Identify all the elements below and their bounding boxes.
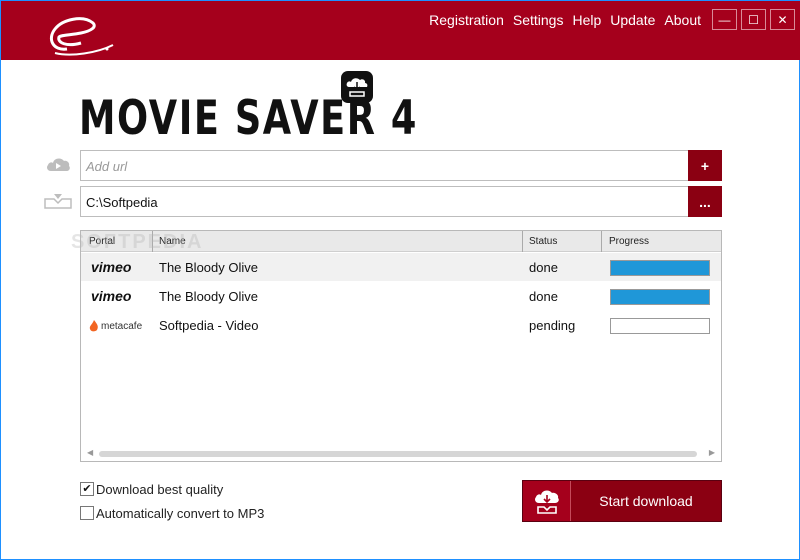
url-input[interactable]: Add url — [80, 150, 690, 181]
cloud-download-icon — [523, 481, 571, 521]
downloads-table: Portal Name Status Progress vimeo The Bl… — [80, 230, 722, 462]
convert-mp3-checkbox[interactable] — [80, 506, 94, 520]
portal-vimeo-logo: vimeo — [91, 259, 132, 275]
progress-bar — [610, 318, 710, 334]
add-url-button[interactable]: + — [688, 150, 722, 181]
column-divider[interactable] — [522, 231, 523, 252]
menu-settings[interactable]: Settings — [513, 12, 564, 28]
save-path-input[interactable]: C:\Softpedia — [80, 186, 690, 217]
row-name: Softpedia - Video — [159, 318, 259, 333]
browse-button[interactable]: ... — [688, 186, 722, 217]
horizontal-scrollbar[interactable]: ◀ ▶ — [81, 447, 721, 461]
best-quality-label[interactable]: Download best quality — [96, 482, 223, 497]
row-status: pending — [529, 318, 576, 333]
window-controls: — ☐ ✕ — [712, 9, 795, 30]
row-status: done — [529, 260, 558, 275]
portal-vimeo-logo: vimeo — [91, 288, 132, 304]
portal-metacafe-logo: metacafe — [89, 320, 142, 332]
best-quality-checkbox[interactable]: ✔ — [80, 482, 94, 496]
row-status: done — [529, 289, 558, 304]
progress-fill — [611, 290, 709, 304]
cloud-video-icon — [47, 158, 70, 171]
menu-help[interactable]: Help — [572, 12, 601, 28]
start-download-button[interactable]: Start download — [522, 480, 722, 522]
menu-about[interactable]: About — [664, 12, 701, 28]
progress-bar — [610, 289, 710, 305]
scrollbar-thumb[interactable] — [99, 451, 697, 457]
close-button[interactable]: ✕ — [770, 9, 795, 30]
progress-fill — [611, 261, 709, 275]
start-download-label: Start download — [599, 493, 693, 509]
maximize-button[interactable]: ☐ — [741, 9, 766, 30]
progress-bar — [610, 260, 710, 276]
row-name: The Bloody Olive — [159, 260, 258, 275]
download-badge-icon — [341, 71, 373, 103]
convert-mp3-label[interactable]: Automatically convert to MP3 — [96, 506, 264, 521]
title-bar: Registration Settings Help Update About … — [1, 1, 800, 60]
portal-metacafe-label: metacafe — [101, 320, 143, 332]
menu-registration[interactable]: Registration — [429, 12, 504, 28]
scroll-left-icon[interactable]: ◀ — [87, 448, 93, 457]
scroll-right-icon[interactable]: ▶ — [709, 448, 715, 457]
table-row[interactable]: vimeo The Bloody Olive done — [81, 282, 721, 310]
table-row[interactable]: vimeo The Bloody Olive done — [81, 253, 721, 281]
app-window: Registration Settings Help Update About … — [0, 0, 800, 560]
download-folder-icon — [44, 194, 72, 209]
row-name: The Bloody Olive — [159, 289, 258, 304]
app-logo — [50, 17, 114, 56]
minimize-button[interactable]: — — [712, 9, 737, 30]
header-progress[interactable]: Progress — [609, 236, 649, 247]
menu-bar: Registration Settings Help Update About — [429, 12, 701, 28]
menu-update[interactable]: Update — [610, 12, 655, 28]
watermark: SOFTPEDIA — [71, 231, 204, 253]
column-divider[interactable] — [601, 231, 602, 252]
header-status[interactable]: Status — [529, 236, 557, 247]
table-row[interactable]: metacafe Softpedia - Video pending — [81, 311, 721, 339]
metacafe-flame-icon — [89, 320, 98, 332]
